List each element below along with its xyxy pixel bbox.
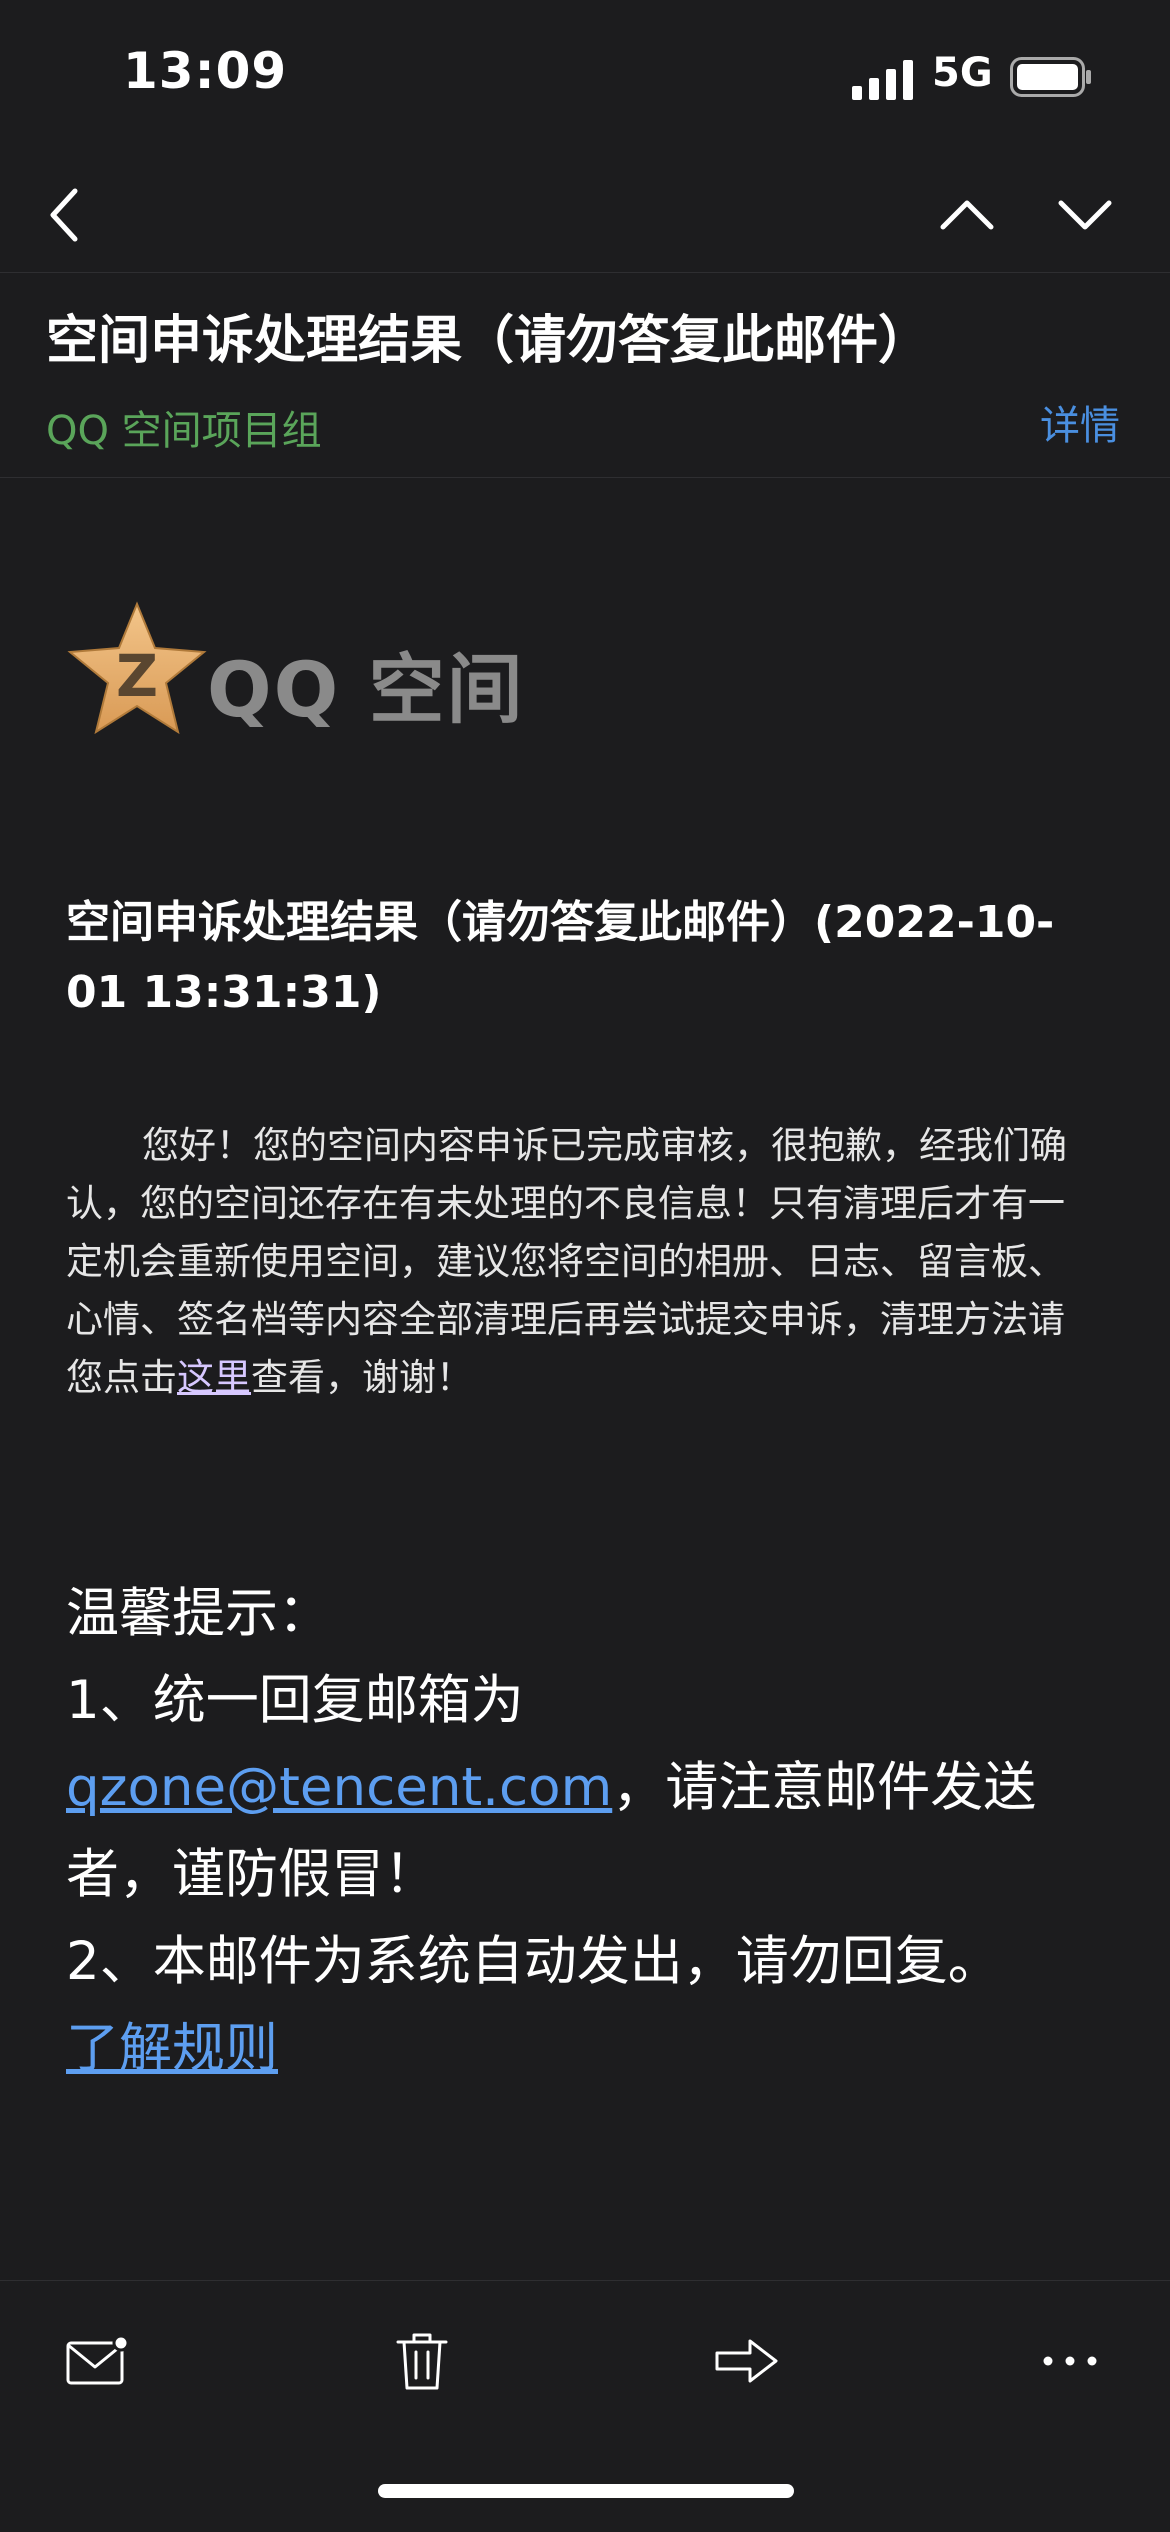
mail-subject: 空间申诉处理结果（请勿答复此邮件） bbox=[46, 311, 931, 371]
previous-mail-button[interactable] bbox=[932, 180, 1002, 250]
details-link[interactable]: 详情 bbox=[1040, 393, 1120, 451]
tip-2: 2、本邮件为系统自动发出，请勿回复。 bbox=[66, 1931, 1001, 1992]
tip-1: 1、统一回复邮箱为 qzone@tencent.com，请注意邮件发送者，谨防假冒… bbox=[66, 1657, 1106, 1918]
tips-section: 温馨提示： 1、统一回复邮箱为 qzone@tencent.com，请注意邮件发送… bbox=[66, 1570, 1106, 2092]
back-button[interactable] bbox=[30, 180, 100, 250]
logo-text: QQ 空间 bbox=[207, 645, 525, 734]
status-time: 13:09 bbox=[123, 42, 288, 100]
reply-email-link[interactable]: qzone@tencent.com bbox=[66, 1757, 612, 1818]
chevron-down-icon bbox=[1058, 200, 1112, 230]
battery-icon bbox=[1010, 57, 1091, 97]
qq-zone-star-icon: Z bbox=[67, 601, 207, 735]
trash-icon bbox=[396, 2333, 448, 2390]
paragraph-text-after: 查看，谢谢！ bbox=[251, 1356, 473, 1399]
rules-link[interactable]: 了解规则 bbox=[66, 2018, 278, 2079]
home-indicator bbox=[378, 2484, 794, 2498]
delete-button[interactable] bbox=[382, 2321, 462, 2401]
more-button[interactable] bbox=[1030, 2321, 1110, 2401]
forward-button[interactable] bbox=[707, 2321, 787, 2401]
tips-heading: 温馨提示： bbox=[66, 1583, 331, 1644]
more-icon bbox=[1043, 2356, 1097, 2366]
header-divider bbox=[0, 477, 1170, 478]
chevron-up-icon bbox=[940, 200, 994, 230]
bottom-toolbar bbox=[0, 2280, 1170, 2441]
mark-unread-icon bbox=[66, 2335, 129, 2385]
nav-bar bbox=[0, 150, 1170, 273]
forward-icon bbox=[715, 2339, 778, 2383]
cleanup-method-link[interactable]: 这里 bbox=[177, 1356, 251, 1399]
body-paragraph: 您好！您的空间内容申诉已完成审核，很抱歉，经我们确认，您的空间还存在有未处理的不… bbox=[66, 1117, 1092, 1407]
svg-text:Z: Z bbox=[116, 642, 158, 710]
qq-zone-logo: Z QQ 空间 bbox=[62, 600, 523, 740]
next-mail-button[interactable] bbox=[1050, 180, 1120, 250]
status-bar: 13:09 5G bbox=[0, 0, 1170, 150]
body-title: 空间申诉处理结果（请勿答复此邮件）(2022-10-01 13:31:31) bbox=[66, 897, 1055, 1018]
tip-1-prefix: 1、统一回复邮箱为 bbox=[66, 1670, 524, 1731]
mail-sender[interactable]: QQ 空间项目组 bbox=[46, 398, 322, 456]
network-type: 5G bbox=[932, 50, 993, 96]
chevron-left-icon bbox=[50, 188, 78, 242]
signal-icon bbox=[852, 60, 913, 100]
mark-unread-button[interactable] bbox=[57, 2321, 137, 2401]
